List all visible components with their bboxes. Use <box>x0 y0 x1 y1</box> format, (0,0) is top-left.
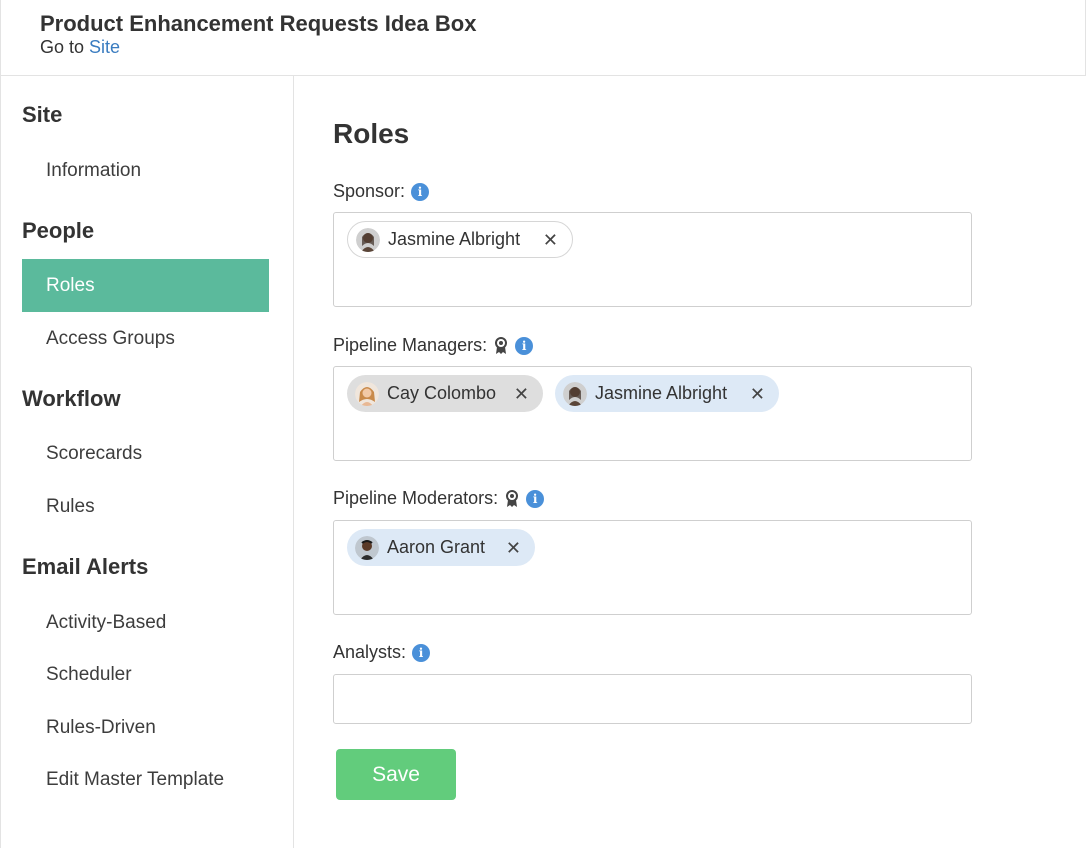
info-icon[interactable]: i <box>411 182 430 201</box>
page-title: Product Enhancement Requests Idea Box <box>40 11 477 36</box>
user-chip: Jasmine Albright ✕ <box>347 221 573 258</box>
sidebar-item-rules[interactable]: Rules <box>22 480 269 533</box>
avatar <box>355 381 379 406</box>
avatar <box>355 535 379 560</box>
chip-name: Jasmine Albright <box>388 229 521 249</box>
sidebar-item-information[interactable]: Information <box>22 144 269 197</box>
sidebar-item-access-groups[interactable]: Access Groups <box>22 312 269 365</box>
sponsor-label-row: Sponsor: i <box>333 181 430 202</box>
sidebar-item-edit-master-template[interactable]: Edit Master Template <box>22 753 269 806</box>
sponsor-label: Sponsor: <box>333 181 406 201</box>
info-icon[interactable]: i <box>412 643 431 662</box>
avatar <box>356 227 380 252</box>
save-button[interactable]: Save <box>336 749 456 800</box>
goto-site: Go to Site <box>40 37 120 58</box>
sidebar-item-activity-based[interactable]: Activity-Based <box>22 596 269 649</box>
sponsor-field[interactable]: Jasmine Albright ✕ <box>333 212 972 307</box>
section-heading: Roles <box>333 118 410 149</box>
award-ribbon-icon <box>504 489 520 508</box>
top-bar: Product Enhancement Requests Idea Box Go… <box>0 0 1086 76</box>
sidebar-section-site: Site <box>22 102 63 127</box>
analysts-label: Analysts: <box>333 642 407 662</box>
chip-name: Cay Colombo <box>387 383 497 403</box>
close-icon[interactable]: ✕ <box>750 385 765 403</box>
analysts-field[interactable] <box>333 674 972 724</box>
user-chip: Aaron Grant ✕ <box>347 529 535 566</box>
info-icon[interactable]: i <box>515 336 534 355</box>
user-chip: Jasmine Albright ✕ <box>555 375 779 412</box>
chip-name: Aaron Grant <box>387 537 486 557</box>
close-icon[interactable]: ✕ <box>514 385 529 403</box>
sidebar-item-roles[interactable]: Roles <box>22 259 269 312</box>
pipeline-managers-label-row: Pipeline Managers: i <box>333 335 534 356</box>
sidebar-section-people: People <box>22 218 95 243</box>
sidebar-section-email-alerts: Email Alerts <box>22 554 149 579</box>
sidebar-item-rules-driven[interactable]: Rules-Driven <box>22 701 269 754</box>
chip-name: Jasmine Albright <box>595 383 728 403</box>
analysts-label-row: Analysts: i <box>333 642 431 663</box>
pipeline-managers-field[interactable]: Cay Colombo ✕ Jasmine Albright ✕ <box>333 366 972 461</box>
award-ribbon-icon <box>493 336 509 355</box>
site-link[interactable]: Site <box>89 37 120 57</box>
close-icon[interactable]: ✕ <box>543 231 558 249</box>
pipeline-moderators-label: Pipeline Moderators: <box>333 488 499 508</box>
pipeline-managers-label: Pipeline Managers: <box>333 335 488 355</box>
sidebar-section-workflow: Workflow <box>22 386 121 411</box>
close-icon[interactable]: ✕ <box>506 539 521 557</box>
pipeline-moderators-label-row: Pipeline Moderators: i <box>333 488 545 509</box>
pipeline-moderators-field[interactable]: Aaron Grant ✕ <box>333 520 972 615</box>
sidebar-item-scheduler[interactable]: Scheduler <box>22 648 269 701</box>
user-chip: Cay Colombo ✕ <box>347 375 543 412</box>
avatar <box>563 381 587 406</box>
goto-prefix: Go to <box>40 37 85 57</box>
info-icon[interactable]: i <box>526 489 545 508</box>
sidebar-item-scorecards[interactable]: Scorecards <box>22 427 269 480</box>
